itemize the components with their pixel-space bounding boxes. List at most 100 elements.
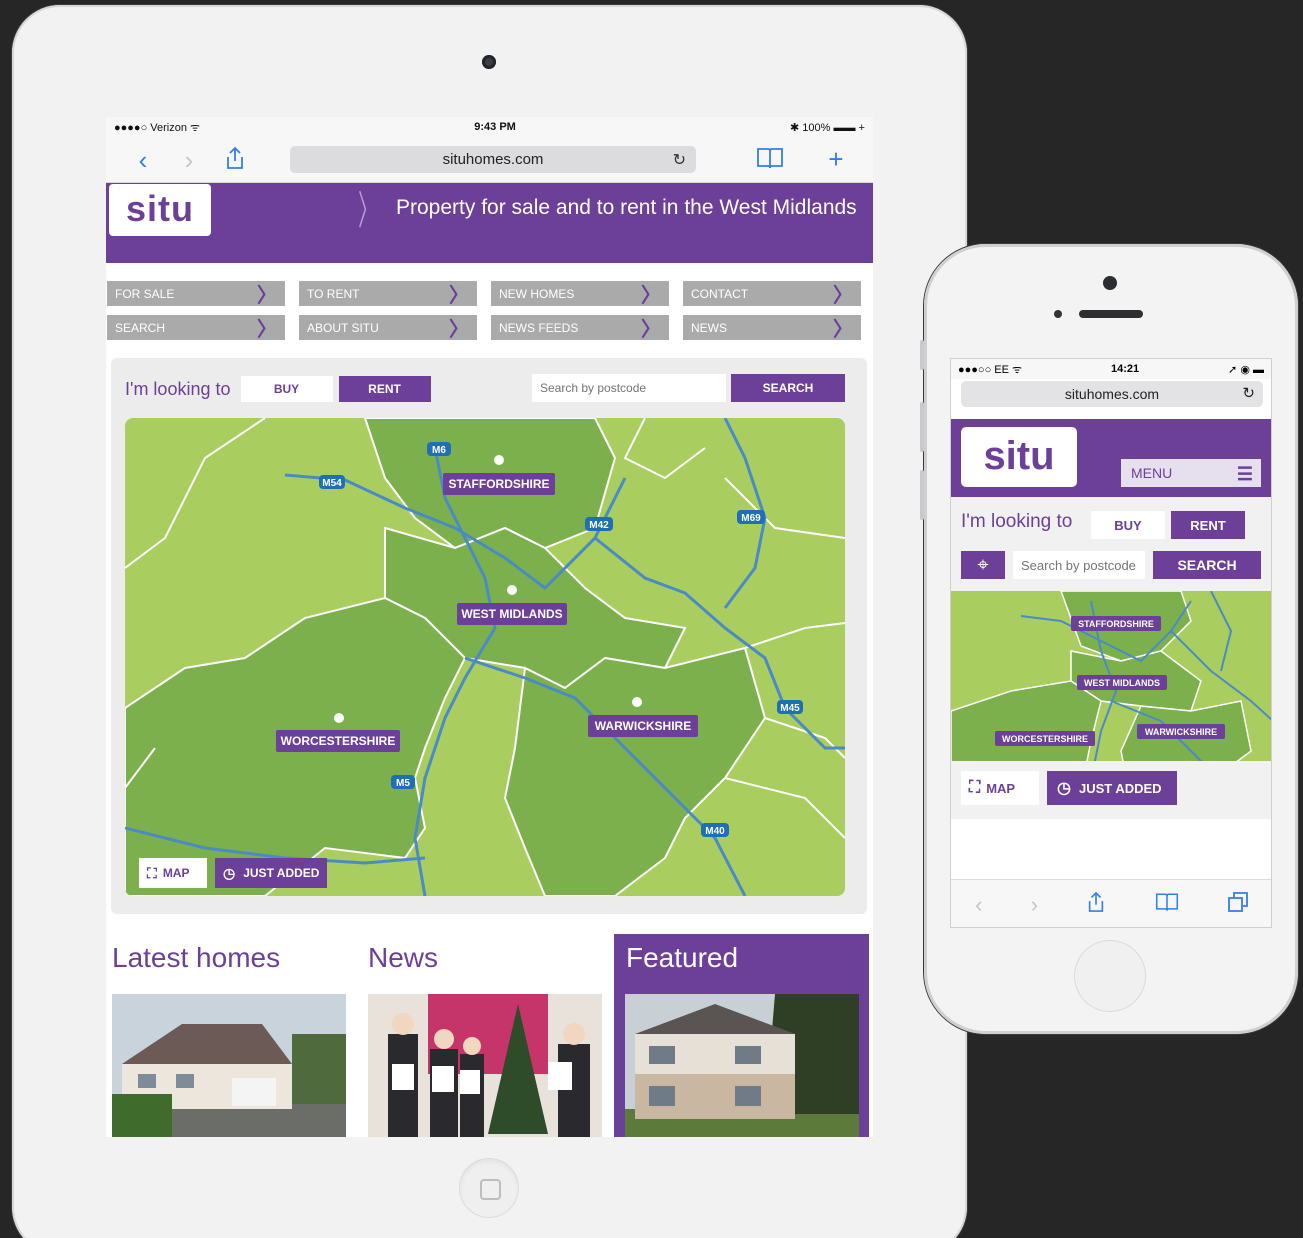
road-label-m5: M5: [396, 778, 410, 789]
postcode-search-input[interactable]: [532, 374, 726, 402]
tabs-icon[interactable]: [1227, 891, 1249, 919]
situ-logo[interactable]: situ: [109, 184, 211, 236]
menu-to-rent[interactable]: TO RENT 〉: [299, 281, 477, 307]
menu-lines-icon: ☰: [1236, 464, 1253, 484]
just-added-label: JUST ADDED: [1078, 780, 1162, 796]
road-label-m42: M42: [589, 520, 609, 531]
chevron-right-icon: 〉: [833, 285, 853, 307]
map-label-worcestershire: WORCESTERSHIRE: [1002, 734, 1088, 744]
expand-icon: ⛶: [969, 779, 981, 796]
address-text: situhomes.com: [442, 151, 544, 168]
just-added-button[interactable]: ◷ JUST ADDED: [215, 858, 327, 888]
map-button[interactable]: ⛶ MAP: [139, 858, 207, 888]
forward-icon[interactable]: ›: [166, 147, 212, 173]
ipad-home-button[interactable]: [459, 1158, 519, 1218]
menu-label: SEARCH: [115, 320, 166, 335]
status-time: 14:21: [1110, 363, 1140, 375]
buy-button[interactable]: BUY: [1091, 511, 1165, 539]
menu-new-homes[interactable]: NEW HOMES 〉: [491, 281, 669, 307]
menu-contact[interactable]: CONTACT 〉: [683, 281, 861, 307]
map-label-worcestershire: WORCESTERSHIRE: [281, 734, 396, 748]
status-battery: ➚ ◉ ▬: [1228, 363, 1264, 376]
iphone-screen: ●●●○○ EE ᯤ 14:21 ➚ ◉ ▬ situhomes.com ↻ s…: [950, 358, 1272, 928]
forward-icon[interactable]: ›: [1031, 892, 1038, 918]
share-icon[interactable]: [212, 146, 258, 174]
status-carrier: ●●●○○ EE ᯤ: [958, 363, 1023, 376]
menu-about-situ[interactable]: ABOUT SITU 〉: [299, 315, 477, 341]
menu-label: ABOUT SITU: [307, 320, 379, 335]
map-button[interactable]: ⛶ MAP: [961, 771, 1039, 805]
menu-label: NEWS: [691, 320, 727, 335]
chevron-right-icon: 〉: [449, 285, 469, 307]
back-icon[interactable]: ‹: [975, 892, 982, 918]
region-map[interactable]: M6 M54 M42 M69 M45 M5 M40 STAFFORDSHIRE …: [125, 418, 845, 896]
chevron-right-icon: 〉: [257, 285, 277, 307]
ipad-screen: ●●●●○ Verizon ᯤ 9:43 PM ✱ 100% ▬▬ + ‹ › …: [106, 117, 873, 1137]
menu-news[interactable]: NEWS 〉: [683, 315, 861, 341]
iphone-speaker: [1079, 310, 1143, 318]
status-carrier: ●●●●○ Verizon ᯤ: [114, 121, 201, 134]
status-battery: ✱ 100% ▬▬ +: [790, 121, 865, 134]
reload-icon[interactable]: ↻: [1242, 384, 1255, 402]
volume-down-button: [920, 470, 924, 520]
chevron-right-icon: 〉: [641, 285, 661, 307]
search-panel: I'm looking to BUY RENT ⌖ SEARCH: [951, 497, 1271, 803]
latest-home-photo[interactable]: [112, 994, 346, 1137]
content-columns: Latest homes News Featured: [106, 934, 873, 1137]
volume-up-button: [920, 402, 924, 452]
share-icon[interactable]: [1086, 891, 1106, 919]
ipad-device: ●●●●○ Verizon ᯤ 9:43 PM ✱ 100% ▬▬ + ‹ › …: [12, 5, 967, 1238]
safari-bottom-toolbar: ‹ ›: [951, 879, 1271, 927]
bookmarks-icon[interactable]: [747, 146, 793, 174]
back-icon[interactable]: ‹: [120, 147, 166, 173]
menu-button[interactable]: MENU ☰: [1121, 459, 1261, 487]
featured-photo[interactable]: [625, 994, 859, 1137]
menu-label: FOR SALE: [115, 286, 175, 301]
safari-toolbar: ‹ › situhomes.com ↻ +: [106, 137, 873, 183]
menu-label: MENU: [1131, 465, 1173, 481]
address-text: situhomes.com: [1064, 386, 1160, 402]
reload-icon[interactable]: ↻: [673, 150, 686, 170]
road-label-m6: M6: [432, 445, 446, 456]
menu-for-sale[interactable]: FOR SALE 〉: [107, 281, 285, 307]
expand-icon: ⛶: [147, 864, 157, 881]
main-menu: FOR SALE 〉 TO RENT 〉 NEW HOMES 〉 CONTACT 〉 S…: [106, 263, 873, 341]
latest-homes-heading[interactable]: Latest homes: [106, 934, 352, 994]
rent-button[interactable]: RENT: [1171, 511, 1245, 539]
road-label-m45: M45: [780, 703, 800, 714]
search-button[interactable]: SEARCH: [731, 374, 845, 402]
site-header: situ MENU ☰: [951, 419, 1271, 497]
menu-search[interactable]: SEARCH 〉: [107, 315, 285, 341]
ipad-camera: [482, 55, 496, 69]
locate-icon[interactable]: ⌖: [961, 551, 1005, 579]
situ-logo[interactable]: situ: [961, 427, 1077, 487]
map-label-west-midlands: WEST MIDLANDS: [461, 607, 562, 621]
road-label-m54: M54: [322, 478, 342, 489]
news-photo[interactable]: [368, 994, 602, 1137]
iphone-home-button[interactable]: [1074, 940, 1146, 1012]
add-tab-icon[interactable]: +: [813, 146, 859, 174]
ipad-status-bar: ●●●●○ Verizon ᯤ 9:43 PM ✱ 100% ▬▬ +: [106, 117, 873, 137]
search-button[interactable]: SEARCH: [1153, 551, 1261, 579]
looking-to-label: I'm looking to: [125, 378, 231, 399]
featured-heading[interactable]: Featured: [614, 934, 869, 994]
site-tagline: Property for sale and to rent in the Wes…: [396, 196, 857, 219]
bookmarks-icon[interactable]: [1155, 891, 1179, 919]
just-added-button[interactable]: ◷ JUST ADDED: [1047, 771, 1177, 805]
postcode-search-input[interactable]: [1013, 551, 1145, 579]
map-label-west-midlands: WEST MIDLANDS: [1084, 678, 1160, 688]
chevron-right-icon: 〉: [641, 319, 661, 341]
mute-switch: [920, 340, 924, 370]
iphone-device: ●●●○○ EE ᯤ 14:21 ➚ ◉ ▬ situhomes.com ↻ s…: [920, 244, 1298, 1034]
road-label-m40: M40: [705, 826, 725, 837]
buy-button[interactable]: BUY: [240, 376, 333, 402]
menu-label: NEWS FEEDS: [499, 320, 579, 335]
rent-button[interactable]: RENT: [338, 376, 431, 402]
address-bar[interactable]: situhomes.com ↻: [290, 146, 696, 173]
road-label-m69: M69: [741, 513, 761, 524]
news-heading[interactable]: News: [362, 934, 608, 994]
address-bar[interactable]: situhomes.com ↻: [961, 381, 1263, 407]
map-label-staffordshire: STAFFORDSHIRE: [448, 477, 549, 491]
chevron-right-icon: 〉: [449, 319, 469, 341]
menu-news-feeds[interactable]: NEWS FEEDS 〉: [491, 315, 669, 341]
